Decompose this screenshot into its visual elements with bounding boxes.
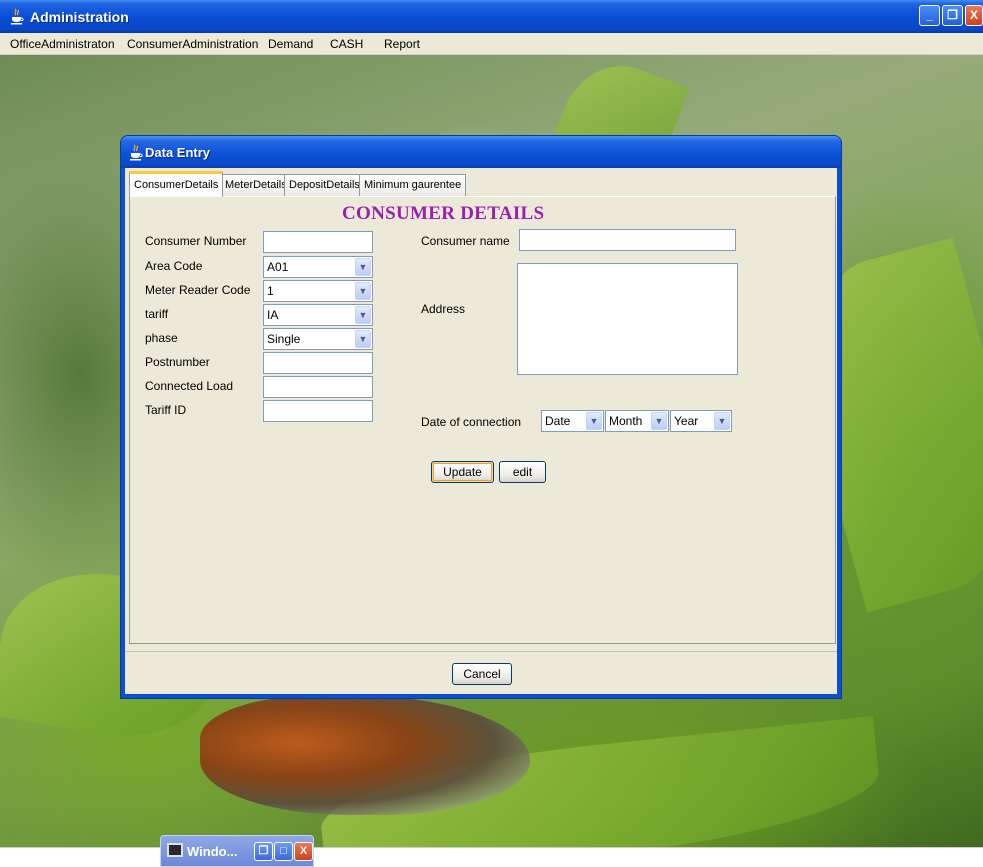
address-label: Address: [421, 302, 466, 316]
address-textarea[interactable]: [517, 263, 738, 375]
update-button[interactable]: Update: [431, 461, 494, 483]
edit-button[interactable]: edit: [499, 461, 546, 483]
menubar: OfficeAdministraton ConsumerAdministrati…: [0, 33, 983, 55]
consumer-number-label: Consumer Number: [145, 234, 247, 248]
year-value: Year: [674, 414, 699, 428]
consumer-details-panel: CONSUMER DETAILS Consumer Number Area Co…: [129, 196, 836, 644]
minimize-button[interactable]: _: [919, 5, 940, 26]
tab-deposit-details[interactable]: DepositDetails: [284, 174, 365, 196]
tariff-select[interactable]: IA ▼: [263, 304, 373, 326]
meter-reader-code-value: 1: [267, 284, 274, 298]
minimize-icon: _: [926, 8, 933, 22]
postnumber-input[interactable]: [263, 352, 373, 374]
consumer-number-input[interactable]: [263, 231, 373, 253]
restore-icon: ❐: [947, 8, 958, 22]
java-icon: [11, 8, 24, 25]
restore-icon: ❐: [258, 845, 269, 857]
tab-minimum-guarantee[interactable]: Minimum gaurentee: [359, 174, 467, 196]
maximize-icon: □: [280, 845, 287, 857]
close-icon: X: [969, 8, 978, 22]
connected-load-input[interactable]: [263, 376, 373, 398]
dialog-title: Data Entry: [145, 145, 211, 160]
close-icon: X: [299, 845, 308, 857]
tariff-id-label: Tariff ID: [145, 403, 187, 417]
data-entry-dialog: Data Entry ConsumerDetails MeterDetails …: [121, 136, 841, 698]
minimized-close-button[interactable]: X: [294, 842, 313, 861]
date-of-connection-label: Date of connection: [421, 415, 522, 429]
area-code-label: Area Code: [145, 259, 203, 273]
main-titlebar: Administration _ ❐ X: [0, 0, 983, 33]
month-value: Month: [609, 414, 643, 428]
cancel-button[interactable]: Cancel: [452, 663, 512, 685]
area-code-select[interactable]: A01 ▼: [263, 256, 373, 278]
phase-label: phase: [145, 331, 178, 345]
meter-reader-code-select[interactable]: 1 ▼: [263, 280, 373, 302]
chevron-down-icon[interactable]: ▼: [586, 412, 602, 430]
minimized-restore-button[interactable]: ❐: [254, 842, 273, 861]
consumer-name-input[interactable]: [519, 229, 736, 251]
window-icon: [167, 843, 183, 857]
statusbar: [0, 847, 983, 867]
chevron-down-icon[interactable]: ▼: [651, 412, 667, 430]
maximize-button[interactable]: ❐: [942, 5, 963, 26]
phase-value: Single: [267, 332, 301, 346]
main-window-title: Administration: [30, 9, 129, 25]
area-code-value: A01: [267, 260, 289, 274]
postnumber-label: Postnumber: [145, 355, 210, 369]
year-select[interactable]: Year ▼: [670, 410, 732, 432]
menu-consumer-administration[interactable]: ConsumerAdministration: [127, 37, 258, 51]
meter-reader-code-label: Meter Reader Code: [145, 283, 251, 297]
chevron-down-icon[interactable]: ▼: [355, 282, 371, 300]
tariff-id-input[interactable]: [263, 400, 373, 422]
java-icon: [130, 144, 143, 161]
chevron-down-icon[interactable]: ▼: [714, 412, 730, 430]
butterfly-image: [200, 695, 530, 815]
connected-load-label: Connected Load: [145, 379, 234, 393]
menu-office-administration[interactable]: OfficeAdministraton: [10, 37, 115, 51]
dialog-body: ConsumerDetails MeterDetails DepositDeta…: [125, 168, 837, 694]
menu-report[interactable]: Report: [384, 37, 420, 51]
dialog-titlebar[interactable]: Data Entry: [121, 136, 841, 168]
date-value: Date: [545, 414, 571, 428]
month-select[interactable]: Month ▼: [605, 410, 669, 432]
minimized-window[interactable]: Windo... ❐ □ X: [160, 835, 314, 867]
footer-divider: [125, 651, 837, 652]
minimized-maximize-button[interactable]: □: [274, 842, 293, 861]
phase-select[interactable]: Single ▼: [263, 328, 373, 350]
date-select[interactable]: Date ▼: [541, 410, 604, 432]
chevron-down-icon[interactable]: ▼: [355, 330, 371, 348]
tab-consumer-details[interactable]: ConsumerDetails: [129, 171, 224, 197]
tariff-value: IA: [267, 308, 279, 322]
chevron-down-icon[interactable]: ▼: [355, 306, 371, 324]
close-button[interactable]: X: [965, 5, 983, 26]
menu-demand[interactable]: Demand: [268, 37, 313, 51]
section-title: CONSUMER DETAILS: [342, 203, 545, 224]
tab-meter-details[interactable]: MeterDetails: [220, 174, 292, 196]
tariff-label: tariff: [145, 307, 169, 321]
consumer-name-label: Consumer name: [421, 234, 510, 248]
menu-cash[interactable]: CASH: [330, 37, 363, 51]
chevron-down-icon[interactable]: ▼: [355, 258, 371, 276]
minimized-window-title: Windo...: [187, 844, 238, 859]
